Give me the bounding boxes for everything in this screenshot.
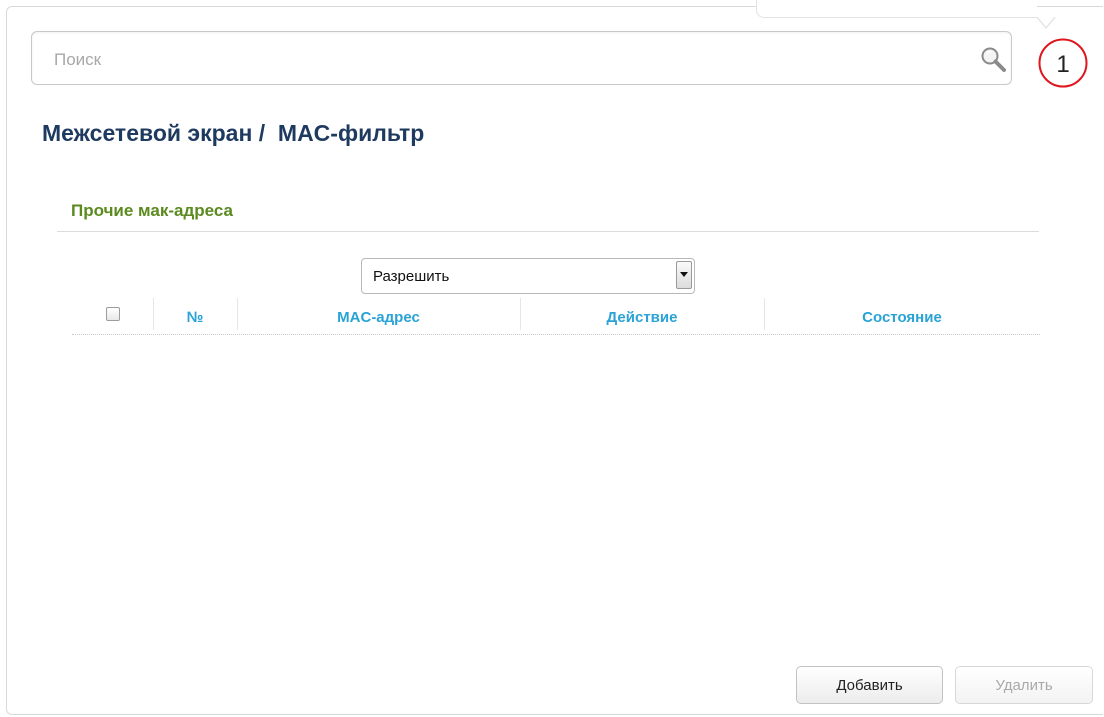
mac-table-header: № MAC-адрес Действие Состояние <box>72 296 1040 335</box>
search-box[interactable] <box>31 31 1012 85</box>
notification-pointer <box>1036 16 1056 29</box>
add-button[interactable]: Добавить <box>796 666 943 704</box>
chevron-down-icon[interactable] <box>676 261 692 289</box>
notification-count: 1 <box>1056 51 1069 78</box>
content-frame <box>6 6 1103 715</box>
default-action-select[interactable]: Разрешить <box>361 258 695 294</box>
select-all-checkbox[interactable] <box>106 307 120 321</box>
delete-button[interactable]: Удалить <box>955 666 1093 704</box>
section-title: Прочие мак-адреса <box>71 201 234 220</box>
column-header-status[interactable]: Состояние <box>764 296 1040 334</box>
column-header-action[interactable]: Действие <box>520 296 764 334</box>
notification-tab <box>756 0 1037 18</box>
search-input[interactable] <box>52 46 936 74</box>
section-divider <box>57 231 1039 232</box>
column-header-mac-address[interactable]: MAC-адрес <box>237 296 520 334</box>
notification-badge[interactable]: 1 <box>1037 37 1089 89</box>
default-action-value: Разрешить <box>373 268 450 285</box>
page-title: Межсетевой экран / MAC-фильтр <box>42 120 425 146</box>
search-icon[interactable] <box>979 45 1009 75</box>
column-header-number[interactable]: № <box>153 296 237 334</box>
